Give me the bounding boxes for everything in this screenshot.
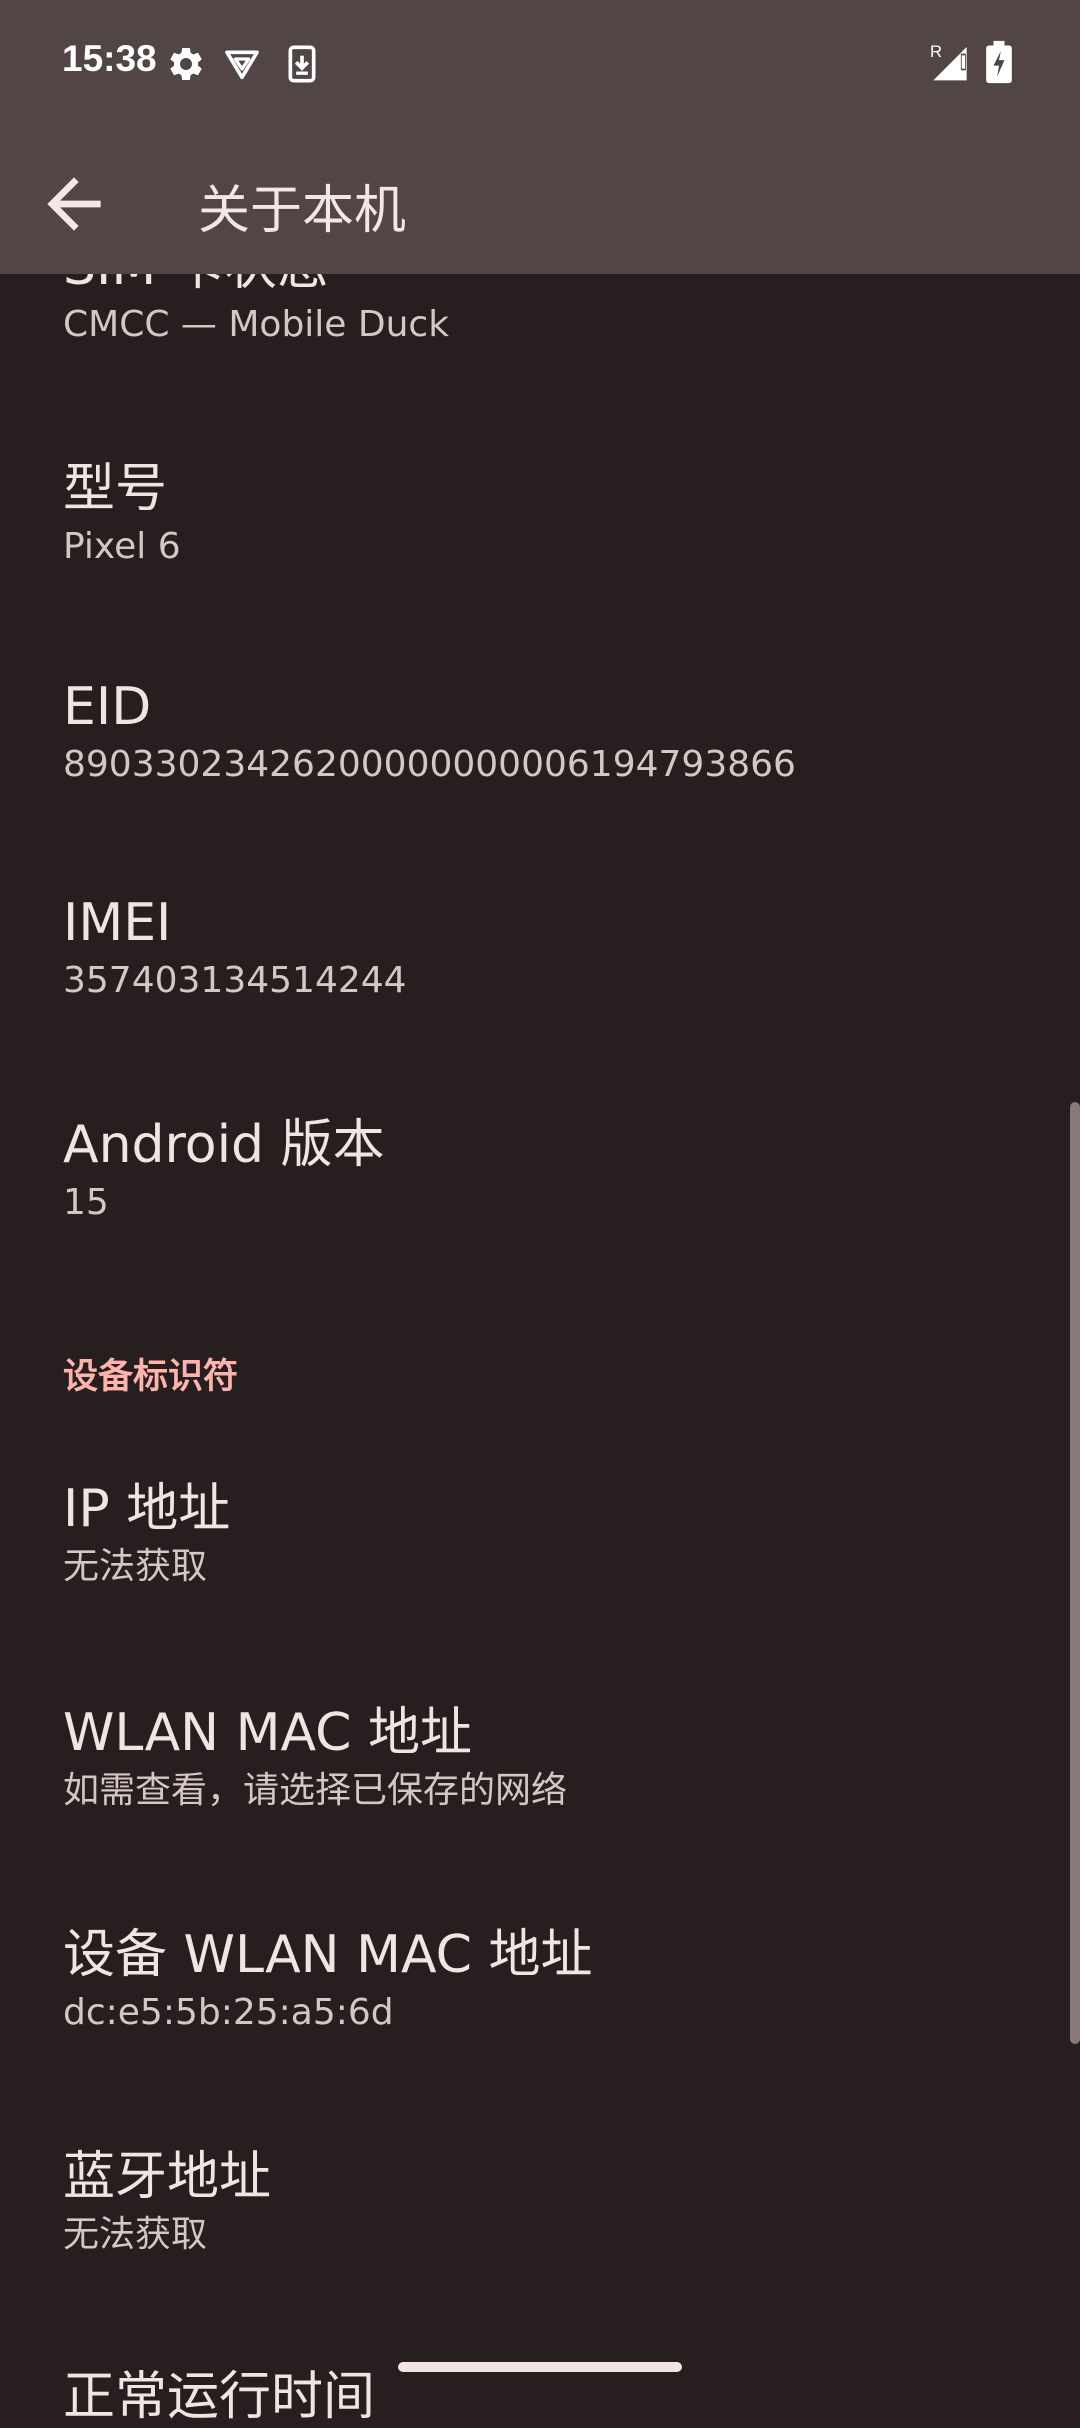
page-title: 关于本机 [198, 181, 407, 241]
scrollbar[interactable] [1070, 1102, 1080, 2044]
item-title: 正常运行时间 [63, 2367, 376, 2427]
gear-icon [170, 47, 202, 80]
battery-charging-icon [986, 40, 1012, 84]
item-title: 型号 [63, 459, 168, 519]
download-icon [288, 45, 316, 83]
list-item-android-version[interactable]: Android 版本 15 [63, 1114, 1023, 1226]
item-title: 蓝牙地址 [63, 2147, 272, 2207]
list-item-device-wlan-mac[interactable]: 设备 WLAN MAC 地址 dc:e5:5b:25:a5:6d [63, 1924, 1023, 2036]
signal-roaming-icon: R [930, 42, 967, 81]
item-title: Android 版本 [63, 1115, 385, 1175]
item-summary: 无法获取 [63, 2214, 208, 2255]
list-item-eid[interactable]: EID 89033023426200000000006194793866 [63, 676, 1023, 788]
settings-list: SIM 卡状态 CMCC — Mobile Duck 型号 Pixel 6 EI… [0, 0, 1080, 2427]
toolbar: 关于本机 [0, 130, 1080, 274]
item-title: IMEI [63, 893, 172, 953]
item-summary: 无法获取 [63, 1546, 208, 1587]
navigation-handle[interactable] [398, 2362, 682, 2372]
item-summary: Pixel 6 [63, 526, 181, 567]
item-title: EID [63, 677, 152, 737]
back-arrow-icon[interactable] [34, 164, 114, 244]
item-summary: 如需查看，请选择已保存的网络 [63, 1770, 568, 1811]
item-summary: CMCC — Mobile Duck [63, 304, 450, 345]
list-item-imei[interactable]: IMEI 357403134514244 [63, 892, 1023, 1004]
item-title: WLAN MAC 地址 [63, 1703, 472, 1763]
app-bar: 15:38 R 关于本机 [0, 0, 1080, 274]
item-summary: 357403134514244 [63, 960, 407, 1001]
item-summary: dc:e5:5b:25:a5:6d [63, 1992, 394, 2033]
item-title: 设备 WLAN MAC 地址 [63, 1925, 593, 1985]
status-bar: 15:38 R [0, 0, 1080, 130]
item-summary: 15 [63, 1182, 109, 1223]
list-item-ip-address[interactable]: IP 地址 无法获取 [63, 1478, 1023, 1590]
status-time: 15:38 [62, 38, 157, 79]
vpn-shield-icon [225, 50, 259, 80]
item-summary: 89033023426200000000006194793866 [63, 744, 796, 785]
list-item-uptime[interactable]: 正常运行时间 [63, 2366, 1023, 2428]
roaming-letter: R [930, 42, 942, 61]
list-item-wlan-mac[interactable]: WLAN MAC 地址 如需查看，请选择已保存的网络 [63, 1702, 1023, 1814]
item-title: IP 地址 [63, 1479, 231, 1539]
list-item-model[interactable]: 型号 Pixel 6 [63, 458, 1023, 570]
list-item-bluetooth-address[interactable]: 蓝牙地址 无法获取 [63, 2146, 1023, 2258]
section-header-device-identifiers: 设备标识符 [63, 1357, 239, 1397]
